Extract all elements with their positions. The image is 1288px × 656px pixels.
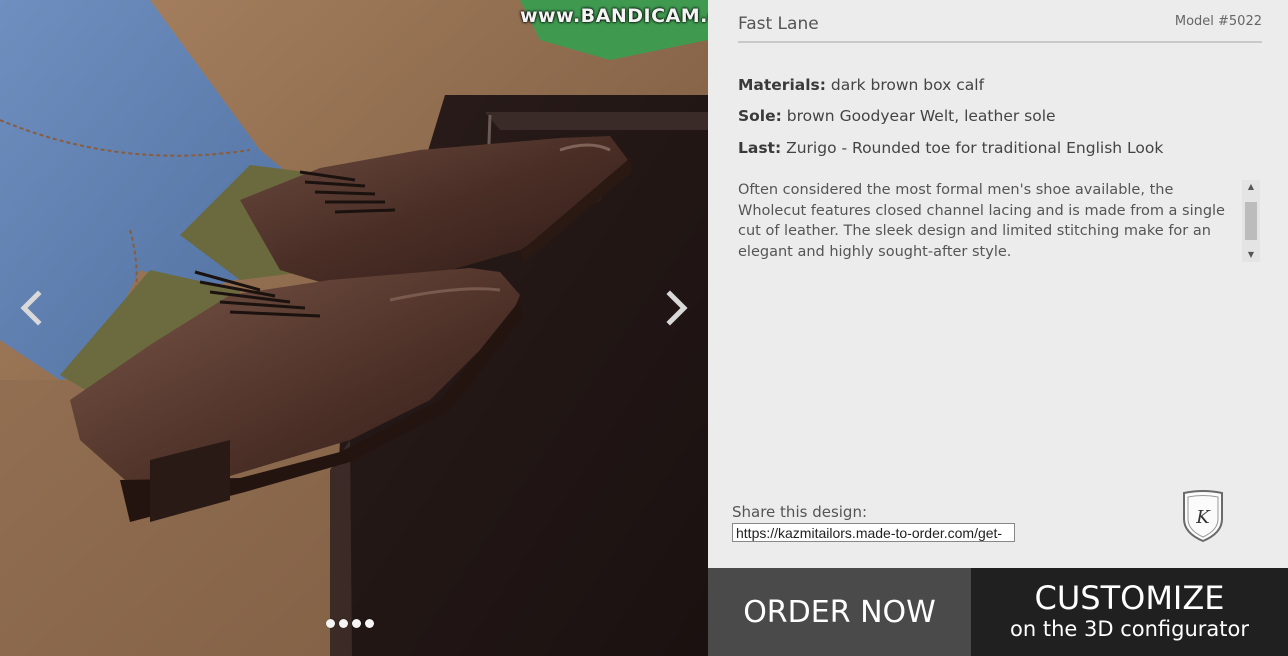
- carousel-dot-4[interactable]: [365, 619, 374, 628]
- carousel-dot-2[interactable]: [339, 619, 348, 628]
- carousel-prev-button[interactable]: [12, 288, 52, 328]
- spec-label: Sole:: [738, 107, 782, 125]
- spec-label: Last:: [738, 139, 782, 157]
- description-box[interactable]: Often considered the most formal men's s…: [738, 180, 1260, 262]
- scroll-thumb[interactable]: [1245, 202, 1257, 240]
- logo-letter: K: [1195, 507, 1211, 528]
- carousel-next-button[interactable]: [658, 288, 698, 328]
- product-details-panel: Fast Lane Model #5022 Materials: dark br…: [708, 0, 1288, 568]
- carousel-dot-1[interactable]: [326, 619, 335, 628]
- spec-label: Materials:: [738, 76, 826, 94]
- chevron-left-icon: [20, 290, 42, 326]
- shield-logo-icon: K: [1183, 490, 1223, 543]
- model-number: Model #5022: [1174, 14, 1262, 29]
- bandicam-watermark: www.BANDICAM.com: [520, 5, 708, 27]
- order-now-label: ORDER NOW: [743, 594, 936, 630]
- spec-value: brown Goodyear Welt, leather sole: [786, 107, 1056, 125]
- shoe-photo: [0, 0, 708, 656]
- customize-button[interactable]: CUSTOMIZE on the 3D configurator: [971, 568, 1288, 656]
- spec-last: Last: Zurigo - Rounded toe for tradition…: [738, 139, 1163, 157]
- spec-value: dark brown box calf: [830, 76, 985, 94]
- chevron-right-icon: [666, 290, 688, 326]
- product-title: Fast Lane: [738, 14, 819, 34]
- share-label: Share this design:: [732, 503, 868, 521]
- description-scrollbar[interactable]: ▲ ▼: [1242, 180, 1260, 262]
- carousel-dot-3[interactable]: [352, 619, 361, 628]
- product-photo-carousel: www.BANDICAM.com: [0, 0, 708, 656]
- title-divider: [738, 41, 1262, 43]
- carousel-indicators: [326, 619, 374, 628]
- scroll-down-icon[interactable]: ▼: [1242, 248, 1260, 262]
- customize-sublabel: on the 3D configurator: [1010, 617, 1249, 641]
- spec-sole: Sole: brown Goodyear Welt, leather sole: [738, 107, 1056, 125]
- scroll-up-icon[interactable]: ▲: [1242, 180, 1260, 194]
- product-description: Often considered the most formal men's s…: [738, 182, 1225, 260]
- spec-value: Zurigo - Rounded toe for traditional Eng…: [786, 139, 1164, 157]
- share-url-input[interactable]: [732, 523, 1015, 542]
- customize-label: CUSTOMIZE: [1034, 579, 1225, 617]
- order-now-button[interactable]: ORDER NOW: [708, 568, 971, 656]
- spec-materials: Materials: dark brown box calf: [738, 76, 984, 94]
